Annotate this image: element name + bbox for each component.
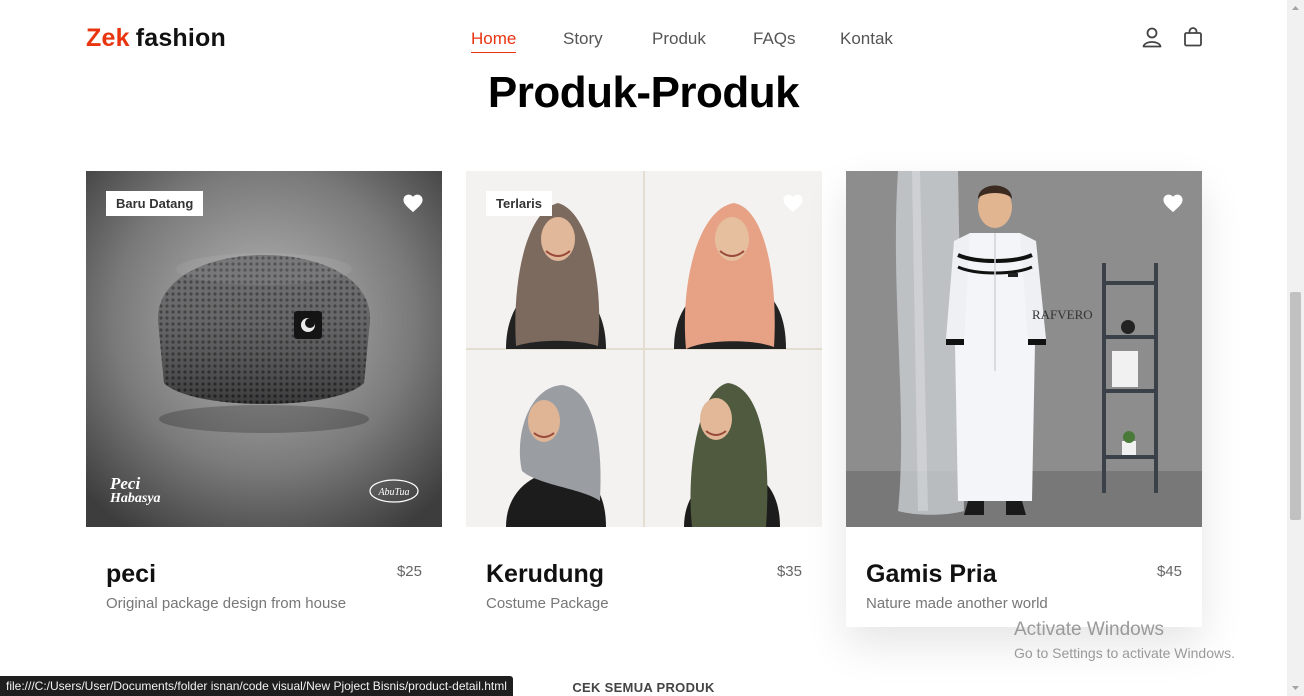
status-bar-url: file:///C:/Users/User/Documents/folder i…: [0, 676, 513, 696]
watermark-title: Activate Windows: [1014, 619, 1164, 640]
product-description: Original package design from house: [106, 595, 347, 612]
product-description: Nature made another world: [866, 595, 1048, 612]
product-info: peci $25 Original package design from ho…: [86, 527, 442, 627]
product-card[interactable]: Peci Habasya AbuTua Baru Datang peci $25…: [86, 171, 442, 627]
scroll-down-arrow-icon[interactable]: [1287, 679, 1304, 696]
product-name[interactable]: Kerudung: [486, 560, 604, 589]
page: Zek fashion Home Story Produk FAQs Kontak…: [0, 0, 1287, 696]
heart-icon[interactable]: [402, 193, 424, 213]
svg-text:AbuTua: AbuTua: [377, 487, 409, 498]
product-info: Gamis Pria $45 Nature made another world: [846, 527, 1202, 627]
vertical-scrollbar[interactable]: [1287, 0, 1304, 696]
svg-text:Habasya: Habasya: [109, 491, 161, 506]
scroll-up-arrow-icon[interactable]: [1287, 0, 1304, 17]
product-card[interactable]: RAFVERO Gamis Pria $45 Nature made anoth…: [846, 171, 1202, 627]
product-info: Kerudung $35 Costume Package: [466, 527, 822, 627]
product-name[interactable]: Gamis Pria: [866, 560, 997, 589]
product-image[interactable]: Terlaris: [466, 171, 822, 527]
main-nav: Home Story Produk FAQs Kontak: [0, 29, 1287, 53]
product-image[interactable]: RAFVERO: [846, 171, 1202, 527]
watermark-subtitle: Go to Settings to activate Windows.: [1014, 645, 1235, 661]
product-price: $35: [776, 563, 802, 580]
peci-photo: Peci Habasya AbuTua: [86, 171, 442, 527]
user-icon[interactable]: [1141, 26, 1163, 48]
product-price: $45: [1156, 563, 1182, 580]
heart-icon[interactable]: [782, 193, 804, 213]
gamis-photo: RAFVERO: [846, 171, 1202, 527]
product-badge: Terlaris: [486, 191, 553, 216]
product-description: Costume Package: [486, 595, 609, 612]
nav-produk[interactable]: Produk: [652, 29, 706, 49]
nav-home[interactable]: Home: [471, 29, 517, 53]
site-header: Zek fashion Home Story Produk FAQs Kontak: [0, 0, 1287, 76]
heart-icon[interactable]: [1162, 193, 1184, 213]
nav-kontak[interactable]: Kontak: [840, 29, 893, 49]
nav-story[interactable]: Story: [563, 29, 603, 49]
svg-text:RAFVERO: RAFVERO: [1032, 307, 1093, 322]
product-card[interactable]: Terlaris Kerudung $35 Costume Package: [466, 171, 822, 627]
shopping-bag-icon[interactable]: [1182, 26, 1204, 48]
section-title: Produk-Produk: [487, 68, 800, 117]
scrollbar-thumb[interactable]: [1290, 292, 1301, 520]
nav-faqs[interactable]: FAQs: [753, 29, 796, 49]
activate-windows-watermark: Activate Windows Go to Settings to activ…: [1014, 619, 1235, 661]
product-badge: Baru Datang: [106, 191, 204, 216]
kerudung-photo: [466, 171, 822, 527]
product-image[interactable]: Peci Habasya AbuTua Baru Datang: [86, 171, 442, 527]
product-name[interactable]: peci: [106, 560, 156, 589]
product-price: $25: [396, 563, 422, 580]
